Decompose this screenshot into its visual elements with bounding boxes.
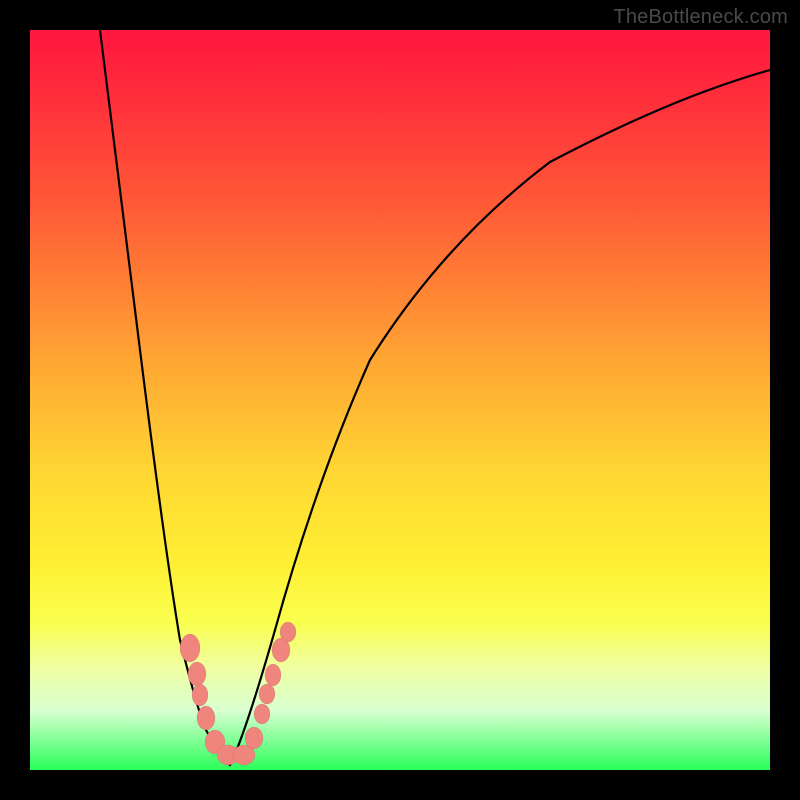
bead <box>188 662 206 686</box>
curves-svg <box>30 30 770 770</box>
watermark-text: TheBottleneck.com <box>613 6 788 29</box>
left-curve <box>100 30 230 765</box>
bead <box>197 706 215 730</box>
chart-frame: TheBottleneck.com <box>0 0 800 800</box>
plot-area <box>30 30 770 770</box>
bead <box>265 664 281 686</box>
bead <box>180 634 200 662</box>
bead <box>245 727 263 749</box>
bead <box>259 684 275 704</box>
right-curve <box>230 70 770 765</box>
bead <box>254 704 270 724</box>
bead <box>192 684 208 706</box>
bead <box>280 622 296 642</box>
